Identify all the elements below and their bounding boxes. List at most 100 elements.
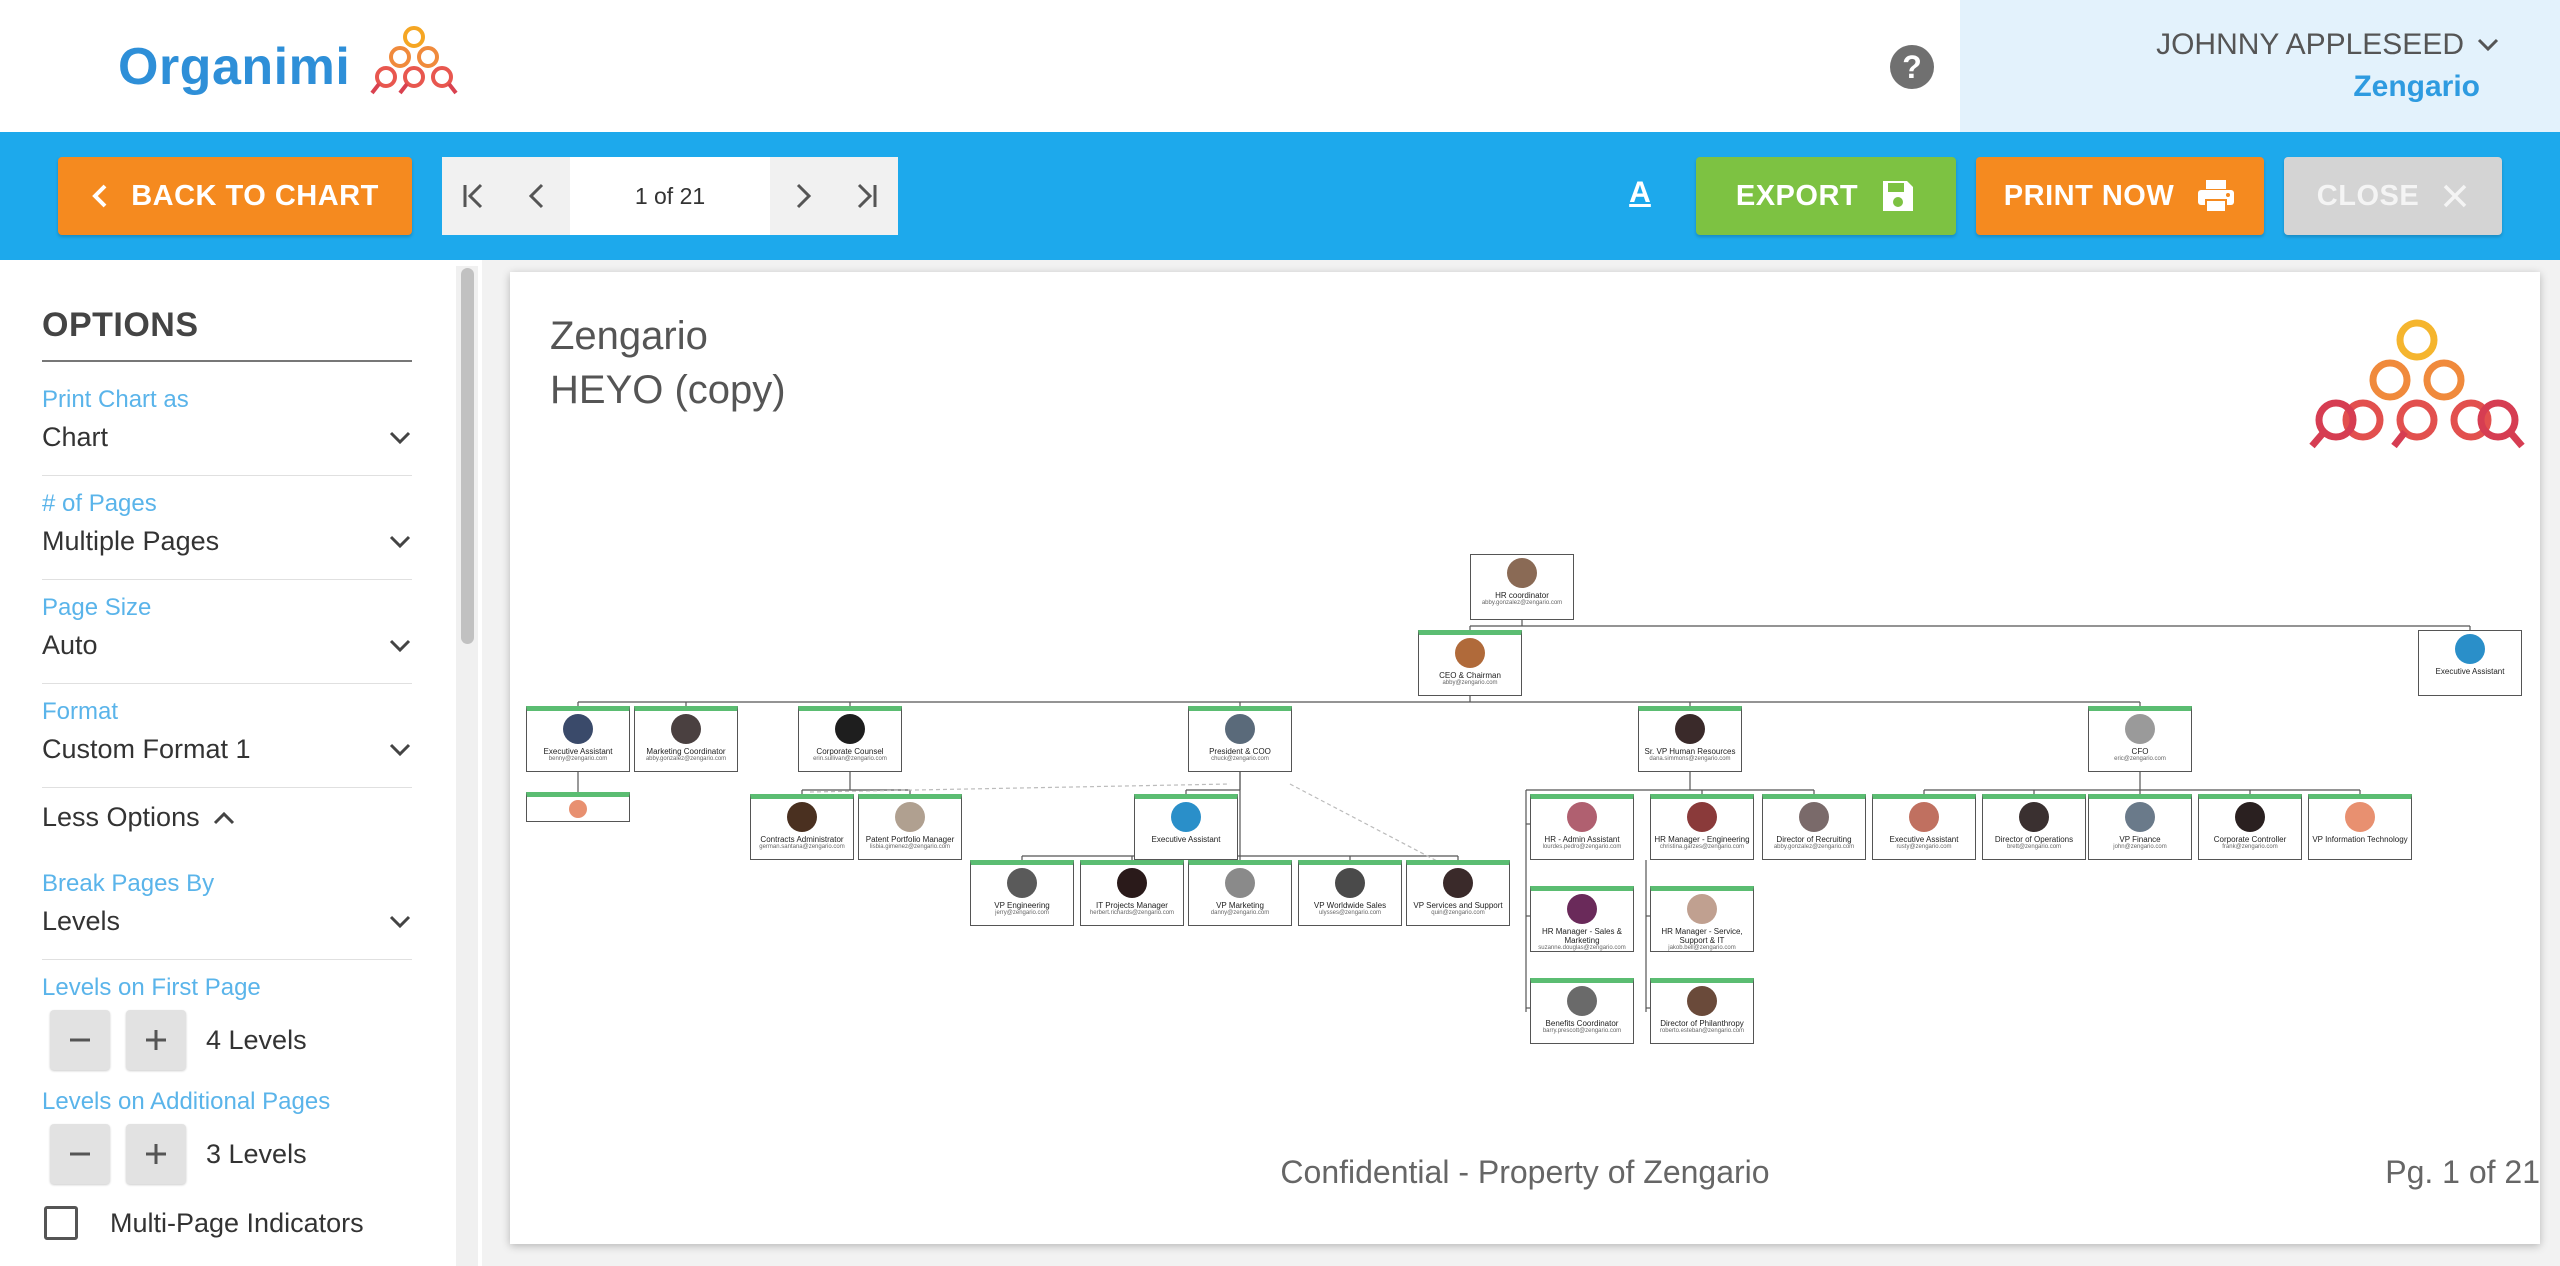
user-name: JOHNNY APPLESEED — [2156, 28, 2464, 61]
less-options-toggle[interactable]: Less Options — [42, 802, 236, 833]
avatar — [2125, 714, 2155, 744]
org-node[interactable]: Sr. VP Human Resources dana.simmons@zenga… — [1638, 706, 1742, 772]
break-pages-select[interactable]: Levels — [42, 906, 412, 937]
page-navigator: 1 of 21 — [442, 157, 898, 235]
node-title: Director of Operations — [1994, 835, 2074, 844]
node-email: frank@zengario.com — [2222, 844, 2278, 850]
avatar — [1675, 714, 1705, 744]
option-divider — [42, 959, 412, 960]
org-node[interactable]: HR - Admin Assistant lourdes.pedro@zengar… — [1530, 794, 1634, 860]
close-button[interactable]: CLOSE — [2284, 157, 2502, 235]
logo-text: Organimi — [118, 38, 351, 96]
page-size-option: Page Size Auto — [42, 594, 412, 684]
printer-icon — [2198, 180, 2235, 213]
organization-name[interactable]: Zengario — [2353, 70, 2480, 104]
avatar — [1225, 714, 1255, 744]
node-title: CFO — [2131, 747, 2149, 756]
first-page-icon — [463, 183, 483, 209]
number-of-pages-select[interactable]: Multiple Pages — [42, 526, 412, 557]
org-node[interactable]: CEO & Chairman abby@zengario.com — [1418, 630, 1522, 696]
chevron-down-icon — [389, 915, 411, 928]
org-node[interactable]: Corporate Controller frank@zengario.com — [2198, 794, 2302, 860]
node-email: quin@zengario.com — [1431, 910, 1485, 916]
node-email: erin.sullivan@zengario.com — [813, 756, 887, 762]
org-node[interactable]: Executive Assistant — [2418, 630, 2522, 696]
avatar — [1687, 802, 1717, 832]
back-to-chart-label: BACK TO CHART — [131, 179, 379, 212]
org-node[interactable]: Executive Assistant benny@zengario.com — [526, 706, 630, 772]
org-node[interactable]: Director of Philanthropy roberto.esteban@… — [1650, 978, 1754, 1044]
org-node[interactable]: Director of Recruiting abby.gonzalez@zeng… — [1762, 794, 1866, 860]
avatar — [1909, 802, 1939, 832]
page-indicator[interactable]: 1 of 21 — [570, 157, 770, 235]
levels-first-page-stepper: 4 Levels — [50, 1010, 307, 1070]
decrement-button[interactable] — [50, 1010, 110, 1070]
option-value: Custom Format 1 — [42, 734, 251, 764]
org-node[interactable]: VP Engineering jerry@zengario.com — [970, 860, 1074, 926]
org-node[interactable]: HR Manager - Engineering christina.garzes… — [1650, 794, 1754, 860]
save-icon — [1883, 181, 1914, 211]
option-divider — [42, 787, 412, 788]
org-node[interactable]: VP Finance john@zengario.com — [2088, 794, 2192, 860]
org-node[interactable]: HR Manager - Service, Support & IT jakob.… — [1650, 886, 1754, 952]
node-email: danny@zengario.com — [1210, 910, 1270, 916]
avatar — [2019, 802, 2049, 832]
next-page-button[interactable] — [770, 157, 834, 235]
org-node[interactable]: VP Marketing danny@zengario.com — [1188, 860, 1292, 926]
org-node[interactable]: Executive Assistant — [1134, 794, 1238, 860]
multi-page-indicators-checkbox[interactable] — [44, 1206, 78, 1240]
org-node[interactable]: Contracts Administrator german.santana@ze… — [750, 794, 854, 860]
page-size-select[interactable]: Auto — [42, 630, 412, 661]
decrement-button[interactable] — [50, 1124, 110, 1184]
org-node[interactable]: Marketing Coordinator abby.gonzalez@zenga… — [634, 706, 738, 772]
plus-icon — [146, 1030, 166, 1050]
increment-button[interactable] — [126, 1010, 186, 1070]
sidebar-scrollbar-thumb[interactable] — [461, 268, 474, 644]
avatar — [671, 714, 701, 744]
org-node[interactable]: Benefits Coordinator barry.prescott@zenga… — [1530, 978, 1634, 1044]
previous-page-button[interactable] — [506, 157, 570, 235]
node-email: lourdes.pedro@zengario.com — [1542, 844, 1622, 850]
node-title: HR Manager - Engineering — [1654, 835, 1750, 844]
node-title: Benefits Coordinator — [1545, 1019, 1619, 1028]
node-email: eric@zengario.com — [2114, 756, 2166, 762]
node-title: HR coordinator — [1495, 591, 1549, 600]
print-now-button[interactable]: PRINT NOW — [1976, 157, 2264, 235]
increment-button[interactable] — [126, 1124, 186, 1184]
org-node[interactable]: VP Information Technology — [2308, 794, 2412, 860]
chevron-left-icon — [528, 183, 544, 209]
avatar — [1335, 868, 1365, 898]
node-email: lisbia.gimenez@zengario.com — [869, 844, 951, 850]
node-title: VP Worldwide Sales — [1313, 901, 1387, 910]
org-node[interactable]: President & COO chuck@zengario.com — [1188, 706, 1292, 772]
node-email: abby.gonzalez@zengario.com — [1481, 600, 1563, 606]
first-page-button[interactable] — [442, 157, 506, 235]
export-button[interactable]: EXPORT — [1696, 157, 1956, 235]
org-node[interactable]: IT Projects Manager herbert.richards@zeng… — [1080, 860, 1184, 926]
node-title: Corporate Counsel — [816, 747, 884, 756]
font-settings-button[interactable]: A — [1622, 176, 1658, 218]
print-chart-as-select[interactable]: Chart — [42, 422, 412, 453]
format-select[interactable]: Custom Format 1 — [42, 734, 412, 765]
org-node[interactable]: Mention — [526, 792, 630, 822]
user-menu[interactable]: JOHNNY APPLESEED — [2156, 28, 2500, 62]
app-header: Organimi ? JOHNNY APPLESEED Zengario — [0, 0, 2560, 132]
org-node[interactable]: CFO eric@zengario.com — [2088, 706, 2192, 772]
org-node[interactable]: VP Worldwide Sales ulysses@zengario.com — [1298, 860, 1402, 926]
option-label: Break Pages By — [42, 870, 215, 897]
org-node[interactable]: VP Services and Support quin@zengario.com — [1406, 860, 1510, 926]
org-node[interactable]: HR coordinator abby.gonzalez@zengario.com — [1470, 554, 1574, 620]
help-button[interactable]: ? — [1890, 45, 1934, 89]
organimi-logo[interactable]: Organimi — [118, 22, 474, 112]
back-to-chart-button[interactable]: BACK TO CHART — [58, 157, 412, 235]
node-title: VP Marketing — [1216, 901, 1264, 910]
options-title: OPTIONS — [42, 306, 199, 344]
avatar — [1507, 558, 1537, 588]
org-node[interactable]: HR Manager - Sales & Marketing suzanne.do… — [1530, 886, 1634, 952]
org-node[interactable]: Executive Assistant rusty@zengario.com — [1872, 794, 1976, 860]
node-email: brett@zengario.com — [2006, 844, 2062, 850]
org-node[interactable]: Director of Operations brett@zengario.com — [1982, 794, 2086, 860]
org-node[interactable]: Corporate Counsel erin.sullivan@zengario.… — [798, 706, 902, 772]
org-node[interactable]: Patent Portfolio Manager lisbia.gimenez@z… — [858, 794, 962, 860]
last-page-button[interactable] — [834, 157, 898, 235]
